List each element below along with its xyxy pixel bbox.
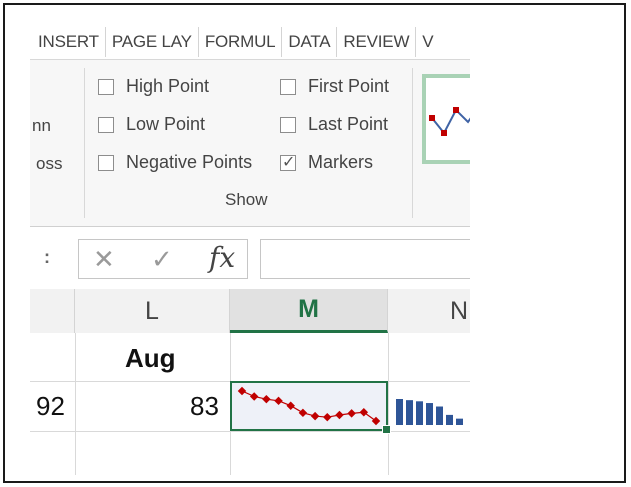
sparkline-column (406, 400, 413, 425)
ribbon-partial-label-1[interactable]: nn (32, 116, 51, 136)
tab-formulas[interactable]: FORMUL (199, 27, 283, 57)
sparkline-column (396, 399, 403, 425)
checkbox-label: High Point (126, 76, 210, 96)
sparkline-marker (274, 396, 283, 406)
tab-review[interactable]: REVIEW (337, 27, 417, 57)
column-sparkline (396, 399, 463, 425)
column-header-m[interactable]: M (230, 289, 388, 333)
sparkline-column (446, 414, 453, 425)
formula-buttons: ✕ ✓ fx (78, 239, 248, 279)
checkbox-last-point[interactable]: Last Point (280, 114, 388, 135)
column-gridline (75, 333, 76, 475)
sparkline-marker (323, 412, 332, 422)
checkbox-box[interactable] (98, 78, 114, 95)
insert-function-icon[interactable]: fx (209, 241, 235, 274)
sparkline-marker (359, 408, 369, 417)
column-header-l[interactable]: L (75, 289, 230, 333)
checkbox-box[interactable]: ✓ (280, 153, 296, 171)
fill-handle[interactable] (382, 425, 391, 434)
sparkline-marker (347, 409, 356, 418)
sparkline-marker (249, 392, 259, 401)
checkbox-box[interactable] (280, 116, 296, 133)
worksheet-grid: Aug 92 83 (30, 333, 470, 475)
tab-insert[interactable]: INSERT (30, 27, 106, 57)
checkbox-box[interactable] (98, 154, 114, 171)
cell-m-sparkline[interactable] (230, 381, 391, 434)
cell-l-header[interactable]: Aug (125, 343, 176, 374)
sparkline-marker (286, 401, 295, 410)
checkbox-high-point[interactable]: High Point (98, 76, 209, 97)
checkbox-box[interactable] (280, 78, 296, 95)
sparkline-marker (298, 408, 308, 418)
checkbox-first-point[interactable]: First Point (280, 76, 389, 97)
show-group-label: Show (225, 190, 268, 209)
sparkline-marker (237, 386, 247, 396)
checkbox-low-point[interactable]: Low Point (98, 114, 205, 135)
sparkline-marker (335, 410, 344, 420)
sparkline-column (456, 418, 463, 425)
checkbox-label: Markers (308, 152, 374, 172)
sparkline-marker (371, 416, 381, 426)
checkbox-negative-points[interactable]: Negative Points (98, 152, 252, 173)
sparkline-column (416, 401, 423, 425)
column-header-k[interactable] (30, 289, 75, 333)
tab-page-layout[interactable]: PAGE LAY (106, 27, 199, 57)
ribbon-partial-label-2[interactable]: oss (36, 154, 62, 174)
sparkline-style-thumbnail[interactable] (422, 74, 470, 164)
formula-bar: : ✕ ✓ fx (30, 227, 470, 289)
column-gridline (388, 333, 389, 475)
tab-data[interactable]: DATA (282, 27, 338, 57)
sparkline-column (426, 403, 433, 425)
sparkline-column (436, 406, 443, 425)
ribbon-tab-bar: INSERT PAGE LAY FORMUL DATA REVIEW V (30, 27, 470, 57)
column-header-row: L M N (30, 289, 470, 334)
cancel-icon[interactable]: ✕ (93, 244, 115, 275)
formula-input[interactable] (260, 239, 470, 279)
sparkline-marker (262, 394, 271, 404)
cell-k-value[interactable]: 92 (36, 391, 65, 422)
checkmark-icon: ✓ (282, 153, 296, 171)
enter-icon[interactable]: ✓ (151, 244, 173, 275)
tab-view[interactable]: V (416, 27, 439, 57)
screenshot-frame: INSERT PAGE LAY FORMUL DATA REVIEW V nn … (3, 3, 626, 483)
column-header-n[interactable]: N (388, 289, 470, 333)
sparkline-marker (310, 411, 320, 421)
checkbox-label: Negative Points (126, 152, 253, 172)
cell-l-value[interactable]: 83 (190, 391, 219, 422)
more-options-icon[interactable]: : (44, 247, 50, 268)
sparkline-line (241, 390, 377, 422)
line-sparkline (237, 386, 381, 426)
group-divider (84, 68, 85, 218)
checkbox-label: Low Point (126, 114, 206, 134)
ribbon-panel: nn oss High Point First Point Low Point … (30, 59, 470, 227)
checkbox-markers[interactable]: ✓ Markers (280, 152, 373, 173)
checkbox-label: First Point (308, 76, 390, 96)
group-divider (412, 68, 413, 218)
sparkline-style-preview-icon (429, 107, 470, 136)
checkbox-label: Last Point (308, 114, 389, 134)
checkbox-box[interactable] (98, 116, 114, 133)
excel-window: INSERT PAGE LAY FORMUL DATA REVIEW V nn … (30, 19, 470, 475)
